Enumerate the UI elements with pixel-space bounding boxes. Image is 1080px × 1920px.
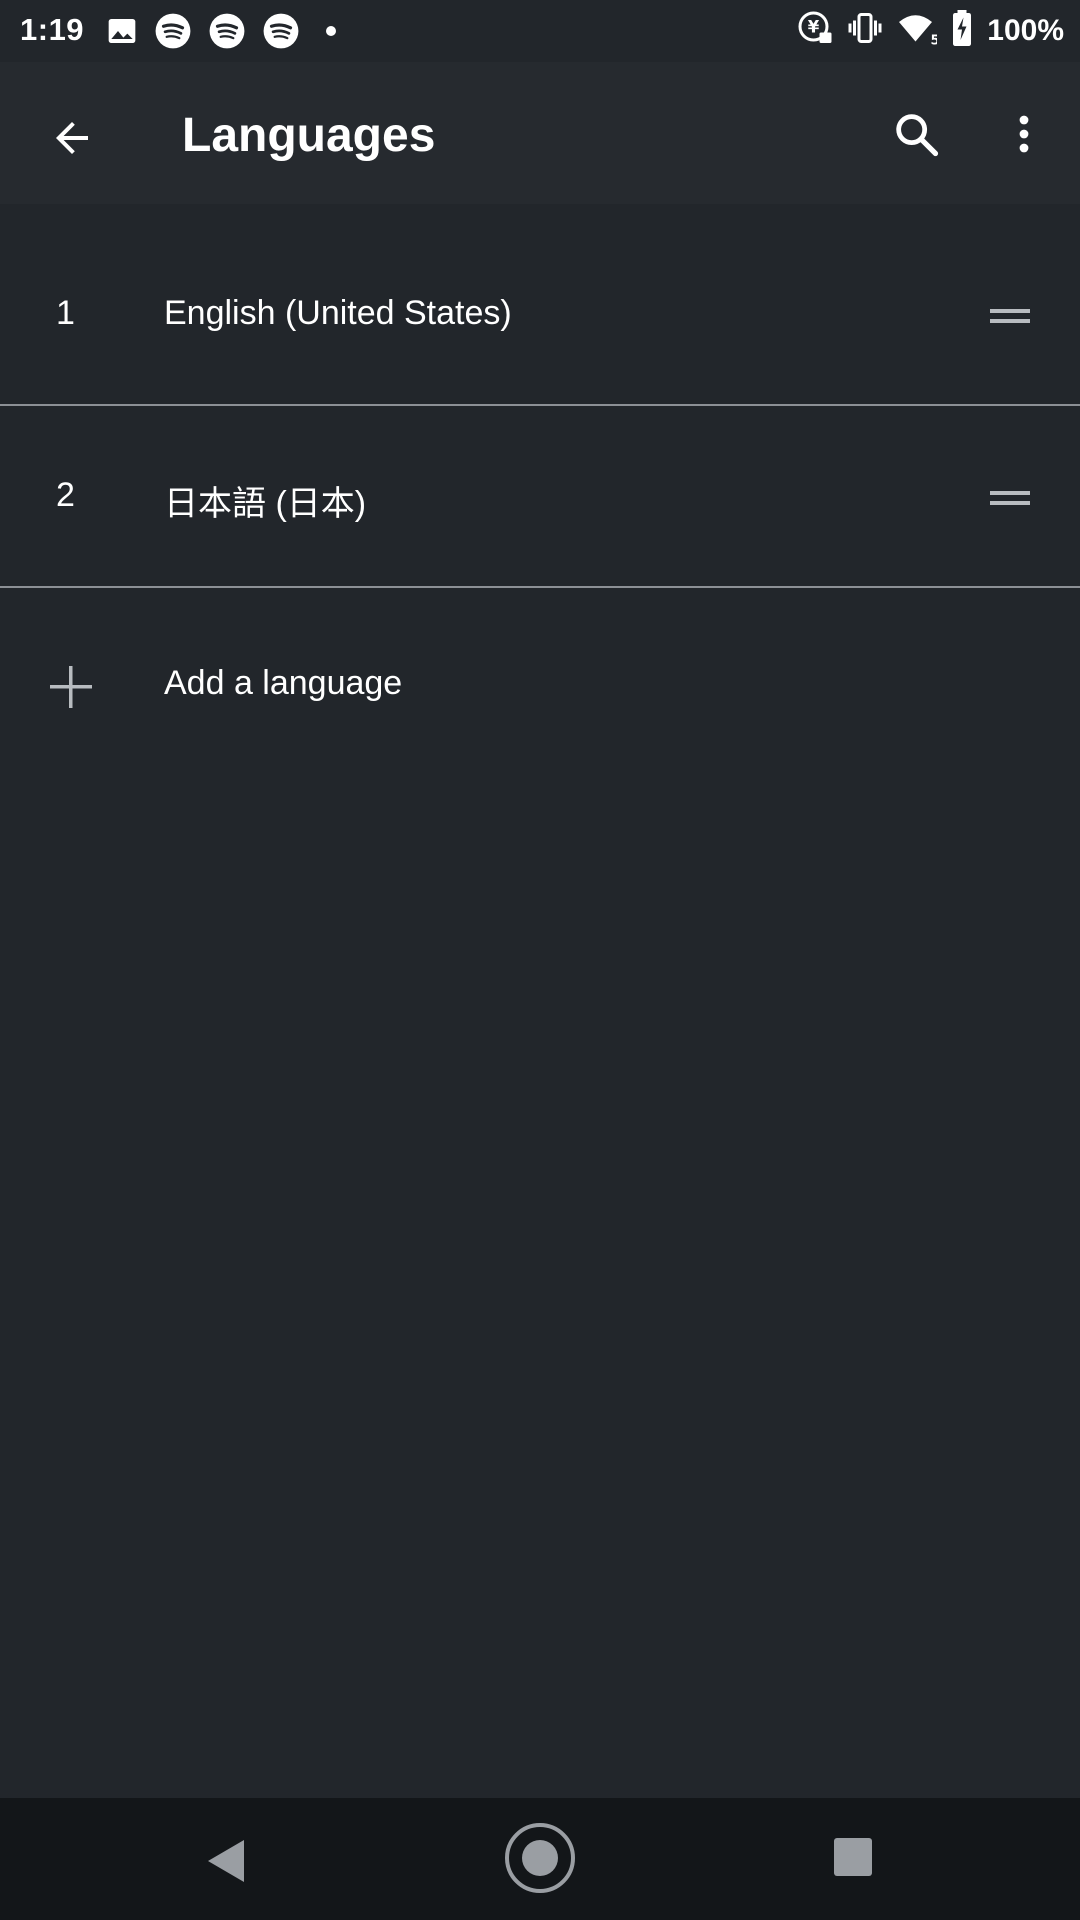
drag-handle-icon[interactable] [988,296,1032,336]
nav-back-icon[interactable] [202,1836,252,1886]
back-button[interactable] [38,106,106,174]
wifi-icon: 5 [897,10,940,51]
language-name: 日本語 (日本) [164,485,367,523]
navigation-bar [0,1798,1080,1920]
language-item[interactable]: 1 English (United States) [0,224,1080,406]
add-language-button[interactable]: Add a language [0,590,1080,780]
language-name: English (United States) [164,294,512,332]
add-language-label: Add a language [164,664,403,702]
more-options-button[interactable] [988,100,1060,172]
battery-charging-icon [951,10,973,51]
status-time: 1:19 [20,12,85,47]
dot-icon [316,16,346,51]
spotify-icon [262,12,300,55]
system-icons: ¥ 5 100% [797,10,1064,51]
language-order-number: 1 [56,294,75,332]
search-icon [890,108,942,165]
nav-recents-icon[interactable] [832,1836,874,1878]
arrow-back-icon [48,114,96,167]
image-icon [106,15,138,52]
status-bar: 1:19 ¥ 5 100% [0,0,1080,62]
battery-percentage: 100% [987,13,1064,47]
plus-icon [46,662,96,712]
data-saver-icon: ¥ [797,10,833,51]
spotify-icon [208,12,246,55]
vibrate-icon [847,10,883,51]
svg-text:5: 5 [931,33,938,47]
page-title: Languages [182,109,436,162]
more-vert-icon [1000,110,1048,163]
language-list: 1 English (United States) 2 日本語 (日本) [0,224,1080,588]
svg-text:¥: ¥ [808,18,820,37]
search-button[interactable] [880,100,952,172]
notification-icons [106,12,346,55]
nav-home-icon[interactable] [504,1822,576,1894]
language-order-number: 2 [56,476,75,514]
drag-handle-icon[interactable] [988,478,1032,518]
app-bar: Languages [0,62,1080,204]
language-item[interactable]: 2 日本語 (日本) [0,406,1080,588]
spotify-icon [154,12,192,55]
